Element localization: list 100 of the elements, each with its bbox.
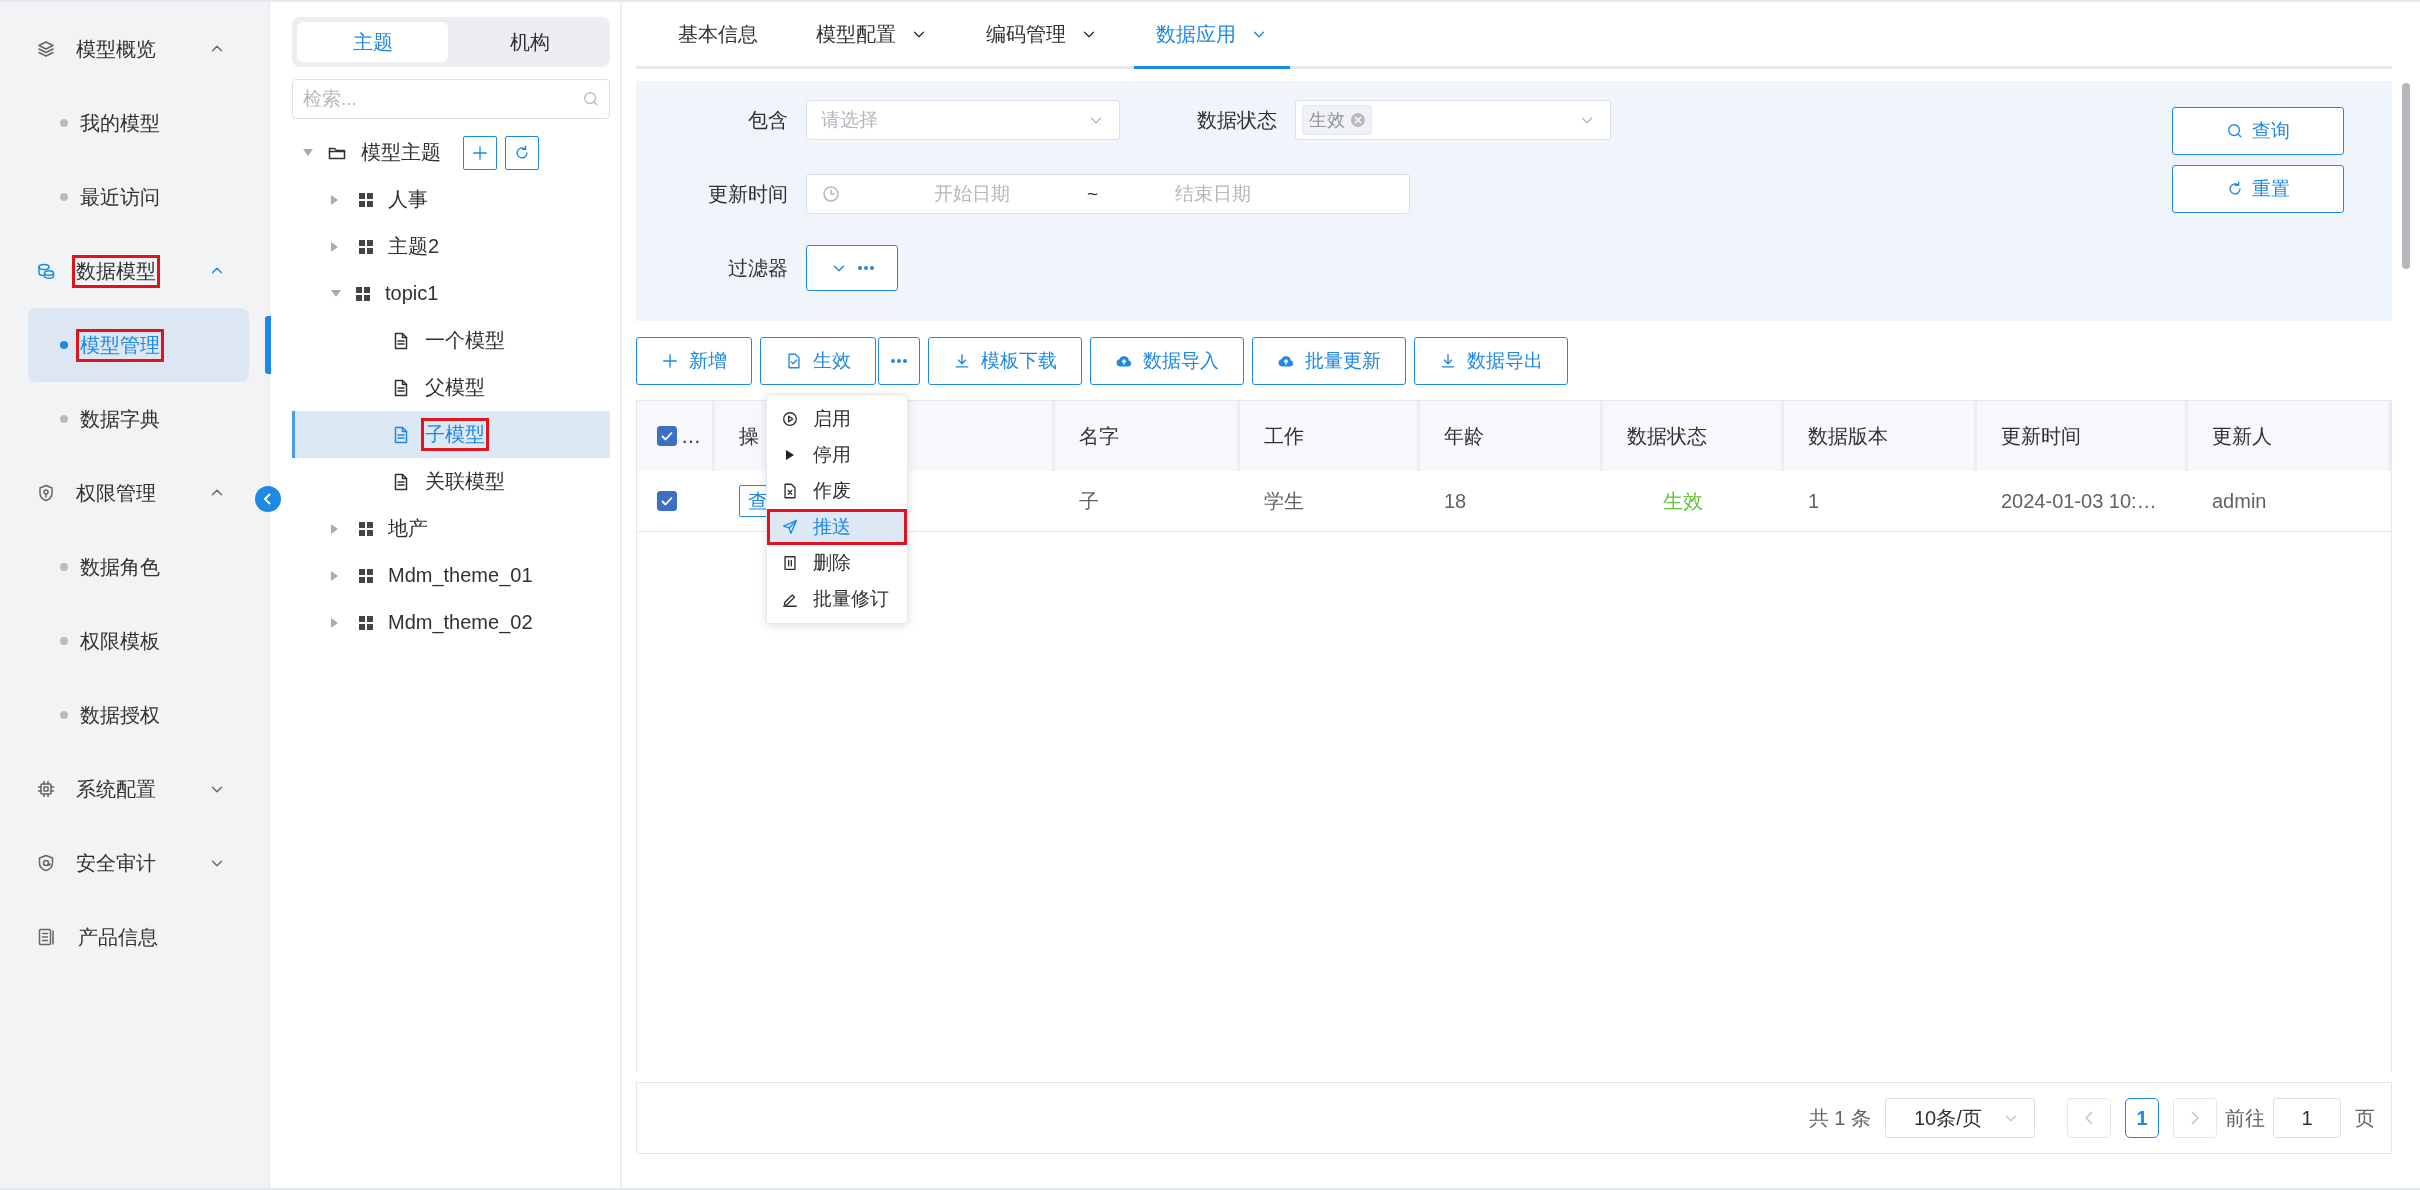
page-button[interactable]: 1 [2125,1098,2159,1138]
more-button[interactable] [878,337,920,385]
toolbar-button[interactable]: 数据导入 [1090,337,1244,385]
tree-node[interactable]: 主题2 [292,223,610,270]
bullet-dot [60,711,68,719]
menu-item[interactable]: 批量修订 [767,581,907,617]
checkbox[interactable] [657,426,677,446]
bullet-dot [60,563,68,571]
sidebar-item[interactable]: 权限模板 [0,604,251,678]
refresh-button[interactable] [505,135,539,170]
more-icon [858,266,874,270]
tree-node[interactable]: 父模型 [292,364,610,411]
status-tag: 生效 [1302,105,1372,135]
sidebar-group[interactable]: 模型概览 [0,12,269,86]
toolbar-button[interactable]: 数据导出 [1414,337,1568,385]
field-label: 更新时间 [707,181,789,207]
tab[interactable]: 编码管理 [964,2,1120,69]
page-input[interactable]: 1 [2273,1098,2341,1138]
table-cell-text: 18 [1443,488,1468,514]
grid-icon [358,520,374,537]
page-size-select[interactable]: 10条/页 [1885,1098,2035,1138]
sidebar-group[interactable]: 数据模型 [0,234,269,308]
tree-node[interactable]: 一个模型 [292,317,610,364]
column-header: 更新时间 [1977,401,2188,471]
goto-label: 前往 [2225,1105,2265,1131]
document-x-icon [781,482,799,500]
column-header: 年龄 [1420,401,1603,471]
layers-icon [36,39,56,59]
bullet-dot [60,637,68,645]
column-header: 数据状态 [1603,401,1784,471]
shield-icon [36,483,56,503]
sidebar-item[interactable]: 最近访问 [0,160,251,234]
sidebar-item[interactable]: 我的模型 [0,86,251,160]
segment-tab[interactable]: 机构 [454,22,605,62]
sidebar-group[interactable]: 系统配置 [0,752,269,826]
tree-node[interactable]: 人事 [292,176,610,223]
plus-icon [471,143,489,162]
column-header: … [681,424,701,448]
search-button[interactable]: 查询 [2172,107,2344,155]
sidebar-group[interactable]: 权限管理 [0,456,269,530]
tab[interactable]: 模型配置 [794,2,950,69]
toolbar-button[interactable]: 生效 [760,337,876,385]
toolbar-button[interactable]: 模板下载 [928,337,1082,385]
document-icon [36,927,56,947]
menu-item[interactable]: 启用 [767,401,907,437]
menu-item[interactable]: 删除 [767,545,907,581]
plus-icon [661,352,679,370]
sidebar-item[interactable]: 数据授权 [0,678,251,752]
sidebar-item[interactable]: 数据字典 [0,382,251,456]
tree-node[interactable]: topic1 [292,270,610,317]
sidebar-item[interactable]: 数据角色 [0,530,251,604]
shield-icon [36,853,56,873]
search-icon [582,90,600,108]
bullet-dot [60,341,68,349]
play-icon [785,449,795,461]
tab[interactable]: 基本信息 [656,2,780,69]
sidebar-group[interactable]: 安全审计 [0,826,269,900]
table-cell-text: admin [2211,488,2268,514]
clock-icon [821,184,841,204]
segment-tab[interactable]: 主题 [297,22,448,62]
page-unit: 页 [2355,1105,2375,1131]
collapse-button[interactable] [255,486,281,512]
document-check-icon [785,352,803,370]
close-icon[interactable] [1351,113,1365,127]
tree-node[interactable]: Mdm_theme_01 [292,552,610,599]
filter-button[interactable] [806,245,898,291]
column-header: 数据版本 [1784,401,1977,471]
sidebar-item[interactable]: 产品信息 [0,900,269,974]
scrollbar[interactable] [2402,83,2410,269]
bullet-dot [60,415,68,423]
tree-node[interactable]: 关联模型 [292,458,610,505]
toolbar-button[interactable]: 新增 [636,337,752,385]
reset-button[interactable]: 重置 [2172,165,2344,213]
table-cell-text: 1 [1807,488,1821,514]
table-cell-text: 学生 [1263,488,1305,514]
tree-node[interactable]: Mdm_theme_02 [292,599,610,646]
menu-item[interactable]: 停用 [767,437,907,473]
grid-icon [358,614,374,631]
more-icon [891,359,907,363]
trash-icon [781,554,799,572]
bullet-dot [60,193,68,201]
toolbar-button[interactable]: 批量更新 [1252,337,1406,385]
chip-icon [36,779,56,799]
date-range-field[interactable]: 开始日期 ~ 结束日期 [806,174,1410,214]
chevron-left-icon [262,492,274,506]
search-field[interactable]: 检索... [292,79,610,119]
add-button[interactable] [463,135,497,170]
field-label: 过滤器 [727,255,789,281]
checkbox[interactable] [657,491,677,511]
tree-node[interactable]: 模型主题 [292,129,610,176]
download-icon [953,352,971,370]
tab[interactable]: 数据应用 [1134,2,1290,69]
chevron-right-icon [2190,1110,2200,1126]
column-header: 工作 [1240,401,1420,471]
chevron-left-icon [2084,1110,2094,1126]
download-icon [1439,352,1457,370]
tree-node[interactable]: 地产 [292,505,610,552]
column-header: 名字 [1055,401,1240,471]
field-label: 数据状态 [1196,107,1278,133]
total-count: 共 1 条 [1808,1105,1871,1131]
